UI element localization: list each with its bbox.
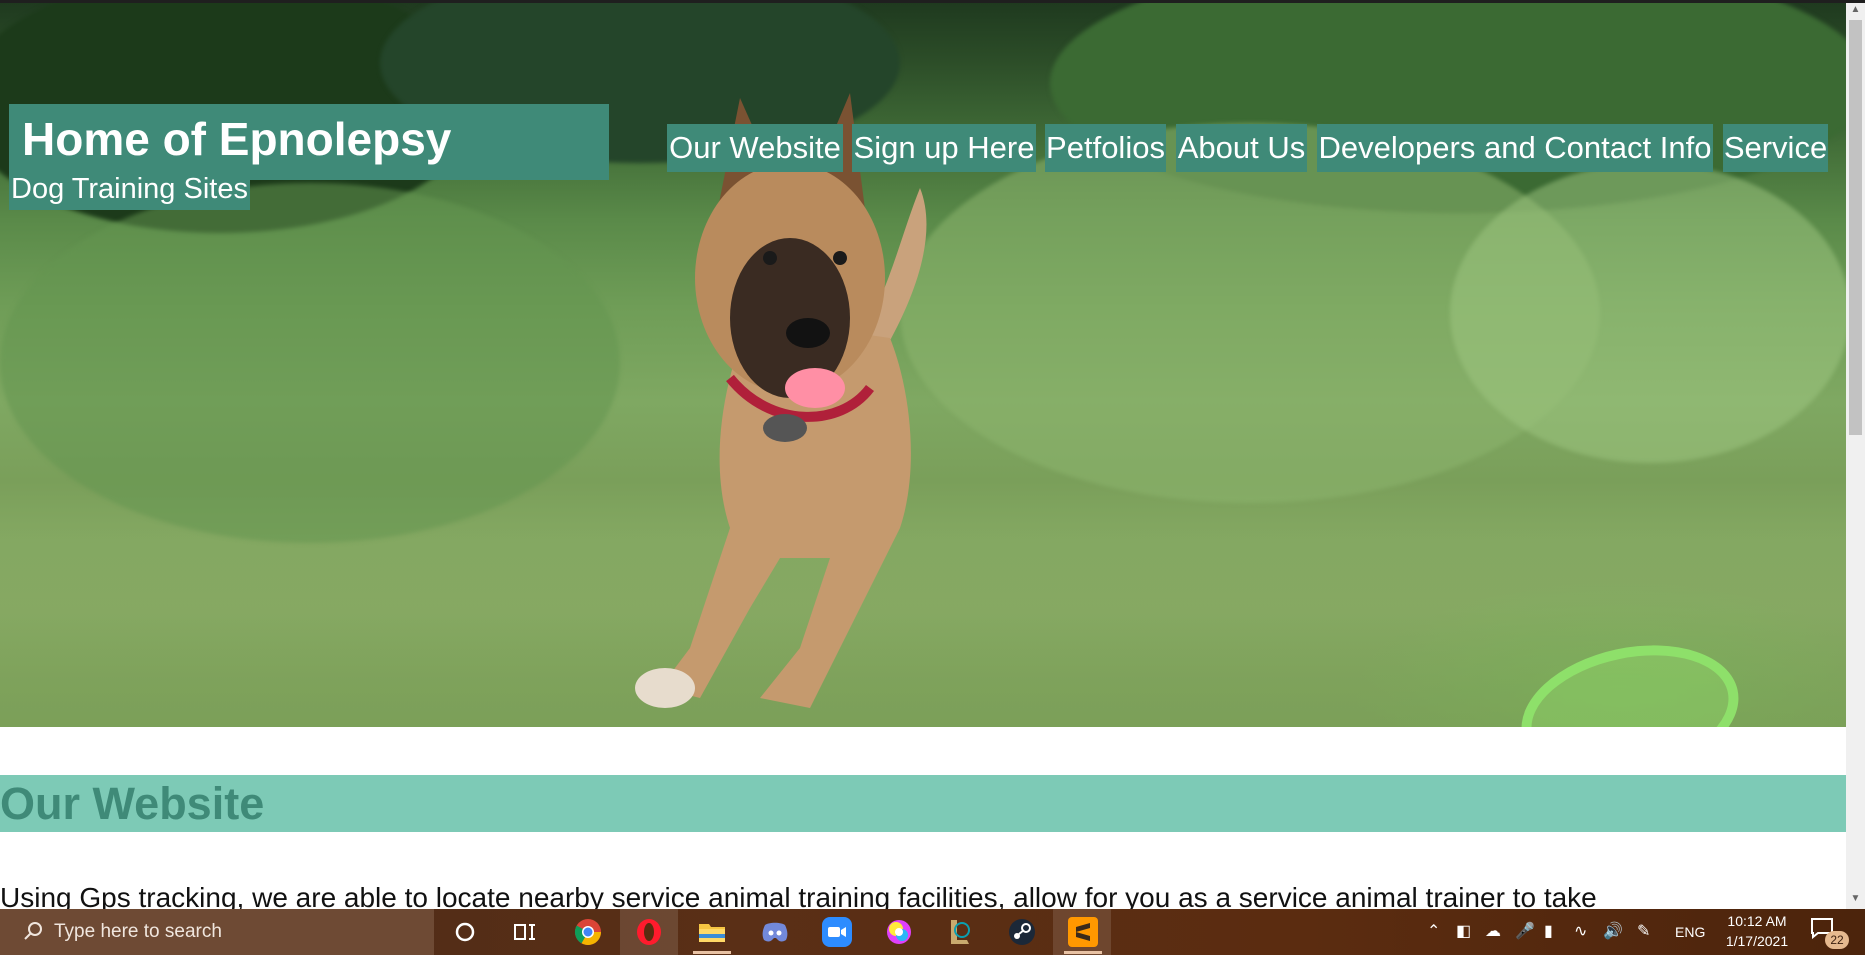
site-subtitle: Dog Training Sites [9, 169, 250, 210]
clock-date: 1/17/2021 [1725, 933, 1789, 949]
paint-icon[interactable] [884, 917, 914, 947]
task-view-icon[interactable] [510, 917, 540, 947]
search-icon [24, 922, 42, 940]
section-heading-bar [0, 775, 1846, 832]
nav-petfolios[interactable]: Petfolios [1045, 124, 1166, 172]
notification-count-badge: 22 [1825, 931, 1849, 949]
nav-service[interactable]: Service [1723, 124, 1828, 172]
sublime-open-indicator [1064, 951, 1102, 954]
sublime-text-icon[interactable] [1068, 917, 1098, 947]
scrollbar-thumb[interactable] [1849, 20, 1862, 435]
dog-photo [635, 93, 927, 708]
onedrive-error-icon[interactable]: ☁ [1485, 921, 1501, 941]
battery-icon[interactable]: ▮ [1544, 921, 1553, 941]
clock[interactable]: 10:12 AM 1/17/2021 [1717, 911, 1797, 951]
nav-about-us[interactable]: About Us [1176, 124, 1307, 172]
taskbar-search-box[interactable]: Type here to search [0, 909, 434, 955]
scroll-down-arrow-icon[interactable]: ▼ [1849, 893, 1862, 907]
nav-our-website[interactable]: Our Website [667, 124, 843, 172]
pen-icon[interactable]: ✎ [1637, 921, 1650, 941]
clock-time: 10:12 AM [1727, 913, 1787, 929]
league-icon[interactable] [944, 917, 974, 947]
section-heading: Our Website [0, 778, 265, 829]
volume-icon[interactable]: 🔊 [1603, 921, 1623, 941]
nav-developers-contact[interactable]: Developers and Contact Info [1317, 124, 1713, 172]
file-explorer-open-indicator [693, 951, 731, 954]
scroll-up-arrow-icon[interactable]: ▲ [1849, 4, 1862, 18]
cortana-icon[interactable] [450, 917, 480, 947]
wifi-icon[interactable]: ∿ [1574, 921, 1587, 941]
language-indicator[interactable]: ENG [1675, 924, 1705, 940]
microphone-icon[interactable]: 🎤 [1515, 921, 1535, 941]
discord-icon[interactable] [760, 917, 790, 947]
nav-sign-up[interactable]: Sign up Here [852, 124, 1036, 172]
steam-icon[interactable] [1007, 917, 1037, 947]
chrome-icon[interactable] [573, 917, 603, 947]
file-explorer-icon[interactable] [697, 917, 727, 947]
opera-icon[interactable] [634, 917, 664, 947]
show-hidden-icons-chevron-icon[interactable]: ⌃ [1427, 921, 1440, 941]
zoom-icon[interactable] [822, 917, 852, 947]
device-icon[interactable]: ◧ [1456, 921, 1471, 941]
